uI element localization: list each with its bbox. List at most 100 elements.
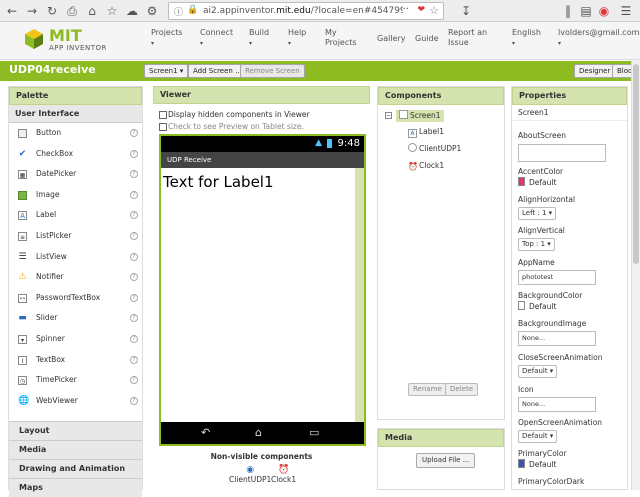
sync-icon[interactable]: ☁: [124, 3, 140, 19]
background-color-picker[interactable]: Default: [518, 301, 556, 311]
palette-item-button[interactable]: Button?: [9, 123, 142, 144]
background-image-input[interactable]: None...: [518, 331, 596, 346]
pocket-icon[interactable]: ❤: [417, 5, 425, 15]
help-icon[interactable]: ?: [130, 396, 138, 405]
scroll-thumb[interactable]: [633, 64, 639, 264]
settings-icon[interactable]: ⚙: [144, 3, 160, 19]
display-hidden-checkbox[interactable]: Display hidden components in Viewer: [153, 109, 370, 121]
palette-item-slider[interactable]: ▬ Slider?: [9, 308, 142, 329]
menu-build[interactable]: Build ▾: [249, 28, 269, 49]
align-horizontal-select[interactable]: Left : 1 ▾: [518, 207, 557, 220]
palette-category-media[interactable]: Media: [9, 440, 142, 459]
palette-item-passwordtextbox[interactable]: •• PasswordTextBox?: [9, 288, 142, 309]
help-icon[interactable]: ?: [130, 211, 138, 220]
menu-language[interactable]: English ▾: [512, 28, 541, 49]
help-icon[interactable]: ?: [130, 293, 138, 302]
about-screen-input[interactable]: [518, 144, 606, 162]
screen-select[interactable]: Screen1 ▾: [144, 64, 189, 78]
primary-color-picker[interactable]: Default: [518, 459, 556, 469]
upload-file-button[interactable]: Upload File ...: [416, 453, 476, 468]
checkbox-box[interactable]: [159, 123, 167, 131]
palette-item-textbox[interactable]: I TextBox?: [9, 350, 142, 371]
delete-button[interactable]: Delete: [445, 383, 478, 396]
rename-button[interactable]: Rename: [408, 383, 447, 396]
accent-color-picker[interactable]: Default: [518, 177, 556, 187]
palette-item-listview[interactable]: ☰ ListView?: [9, 247, 142, 268]
palette-category-drawing[interactable]: Drawing and Animation: [9, 459, 142, 478]
palette-item-webviewer[interactable]: 🌐 WebViewer?: [9, 391, 142, 412]
address-bar[interactable]: ⓘ 🔒 ai2.appinventor.mit.edu/?locale=en#4…: [168, 2, 444, 20]
menu-icon[interactable]: ☰: [618, 3, 634, 19]
back-icon[interactable]: ←: [4, 3, 20, 19]
bookmark-icon[interactable]: ☆: [104, 3, 120, 19]
recents-nav-icon: ▭: [309, 426, 320, 439]
palette-item-listpicker[interactable]: ≡ ListPicker?: [9, 226, 142, 247]
tablet-preview-checkbox[interactable]: Check to see Preview on Tablet size.: [153, 121, 370, 133]
home-icon[interactable]: ⌂: [84, 3, 100, 19]
palette-item-spinner[interactable]: ▾ Spinner?: [9, 329, 142, 350]
help-icon[interactable]: ?: [130, 129, 138, 137]
remove-screen-button[interactable]: Remove Screen: [240, 64, 305, 78]
palette-item-notifier[interactable]: ⚠ Notifier?: [9, 267, 142, 288]
screen-body[interactable]: Text for Label1: [161, 168, 364, 422]
help-icon[interactable]: ?: [130, 355, 138, 364]
align-vertical-select[interactable]: Top : 1 ▾: [518, 238, 555, 251]
screen-scrollbar[interactable]: [355, 168, 364, 422]
help-icon[interactable]: ?: [130, 314, 138, 323]
checkbox-box[interactable]: [159, 111, 167, 119]
forward-icon[interactable]: →: [24, 3, 40, 19]
mit-app-inventor-logo[interactable]: MIT APP INVENTOR: [24, 26, 110, 56]
palette-item-label[interactable]: A Label?: [9, 205, 142, 226]
info-icon[interactable]: ⓘ: [174, 5, 183, 18]
palette-item-datepicker[interactable]: ▦ DatePicker?: [9, 164, 142, 185]
tree-item-screen1[interactable]: Screen1: [396, 110, 444, 122]
palette-category-user-interface[interactable]: User Interface: [9, 105, 142, 123]
open-animation-select[interactable]: Default ▾: [518, 430, 558, 443]
app-name-input[interactable]: phototest: [518, 270, 596, 285]
menu-account[interactable]: lvolders@gmail.com ▾: [558, 28, 639, 49]
sidebar-icon[interactable]: ▤: [578, 3, 594, 19]
library-icon[interactable]: ‖: [560, 3, 576, 19]
menu-connect[interactable]: Connect ▾: [200, 28, 233, 49]
help-icon[interactable]: ?: [130, 190, 138, 199]
print-icon[interactable]: ⎙: [64, 3, 80, 19]
tree-item-clock1[interactable]: ⏰Clock1: [408, 160, 444, 172]
star-icon[interactable]: ☆: [429, 4, 439, 17]
close-animation-select[interactable]: Default ▾: [518, 365, 558, 378]
help-icon[interactable]: ?: [130, 376, 138, 385]
palette-item-image[interactable]: Image?: [9, 185, 142, 206]
properties-panel: Properties Screen1 AboutScreen AccentCol…: [511, 86, 628, 490]
help-icon[interactable]: ?: [130, 231, 138, 240]
tree-item-label1[interactable]: A Label1: [408, 126, 444, 138]
tree-item-clientudp1[interactable]: ClientUDP1: [408, 143, 461, 155]
help-icon[interactable]: ?: [130, 149, 138, 158]
menu-projects[interactable]: Projects ▾: [151, 28, 183, 49]
menu-guide[interactable]: Guide: [415, 34, 439, 44]
menu-my-projects[interactable]: My Projects: [325, 28, 361, 48]
icon-input[interactable]: None...: [518, 397, 596, 412]
palette-item-timepicker[interactable]: ◷ TimePicker?: [9, 370, 142, 391]
help-icon[interactable]: ?: [130, 170, 138, 179]
page-actions-icon[interactable]: ···: [399, 4, 409, 15]
palette-category-layout[interactable]: Layout: [9, 421, 142, 440]
help-icon[interactable]: ?: [130, 252, 138, 261]
collapse-icon[interactable]: −: [385, 112, 392, 119]
help-icon[interactable]: ?: [130, 334, 138, 343]
help-icon[interactable]: ?: [130, 273, 138, 282]
url-text[interactable]: ai2.appinventor.mit.edu/?locale=en#45479…: [203, 6, 403, 16]
menu-help[interactable]: Help ▾: [288, 28, 306, 49]
page-scrollbar[interactable]: [631, 60, 640, 490]
download-icon[interactable]: ↧: [458, 3, 474, 19]
nonvisible-clock1[interactable]: ⏰ Clock1: [271, 465, 296, 484]
designer-button[interactable]: Designer: [574, 64, 616, 78]
palette-item-checkbox[interactable]: ✔ CheckBox?: [9, 144, 142, 165]
menu-report-issue[interactable]: Report an Issue: [448, 28, 488, 48]
pinterest-icon[interactable]: ◉: [596, 3, 612, 19]
nonvisible-clientudp1[interactable]: ◉ ClientUDP1: [229, 465, 271, 484]
menu-gallery[interactable]: Gallery: [377, 34, 406, 44]
label1-preview[interactable]: Text for Label1: [163, 173, 274, 191]
palette-category-maps[interactable]: Maps: [9, 478, 142, 497]
media-title: Media: [378, 429, 504, 447]
add-screen-button[interactable]: Add Screen ...: [188, 64, 247, 78]
reload-icon[interactable]: ↻: [44, 3, 60, 19]
